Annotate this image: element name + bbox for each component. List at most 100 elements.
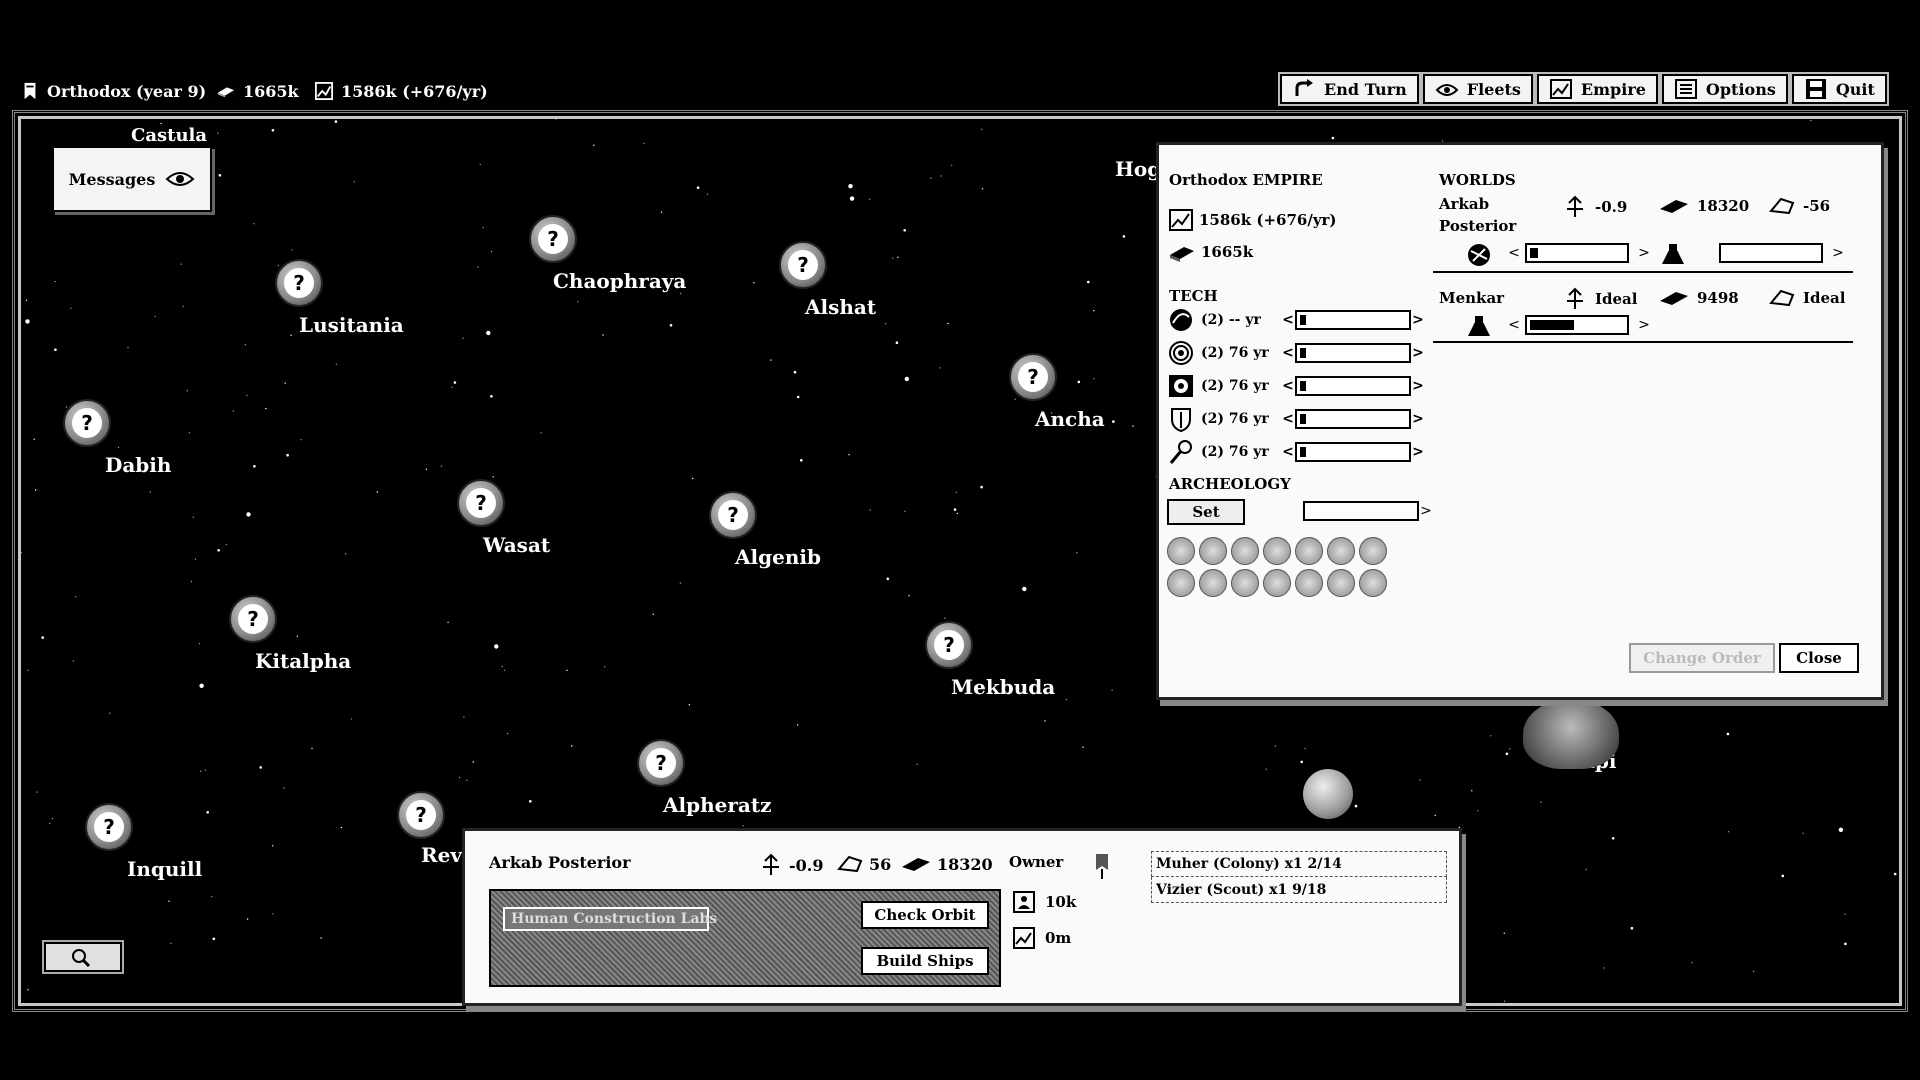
star [259,766,262,769]
star [1752,970,1755,972]
tech-increase-button[interactable]: > [1411,444,1425,460]
star [869,509,871,511]
star [593,144,595,146]
star [194,558,197,560]
tapi-planet[interactable] [1523,699,1619,769]
fleet-row[interactable]: Muher (Colony) x1 2/14 [1151,851,1447,877]
star [463,716,465,718]
unknown-system-icon: ? [925,621,973,669]
tech-progress-fill [1300,348,1306,358]
archeology-progress-bar [1303,501,1419,521]
tech-increase-button[interactable]: > [1411,345,1425,361]
star [770,359,772,361]
relic-icon[interactable] [1199,569,1227,597]
check-orbit-button[interactable]: Check Orbit [861,901,989,929]
star [453,381,457,384]
star [1014,398,1016,400]
star [1509,748,1511,750]
tech-increase-button[interactable]: > [1411,378,1425,394]
star [1844,913,1846,915]
star [334,120,338,123]
tech-decrease-button[interactable]: < [1281,378,1295,394]
star [895,341,899,344]
star [204,769,207,771]
tech-increase-button[interactable]: > [1411,411,1425,427]
fleets-button[interactable]: Fleets [1420,72,1535,106]
star [903,229,906,232]
relic-icon[interactable] [1327,537,1355,565]
relic-icon[interactable] [1167,537,1195,565]
unknown-system-icon: ? [275,259,323,307]
eye-icon [165,172,195,186]
empire-button[interactable]: Empire [1534,72,1660,106]
star [602,334,604,336]
unknown-system-icon: ? [63,399,111,447]
star [885,323,887,325]
relic-icon[interactable] [1231,537,1259,565]
relic-icon[interactable] [1199,537,1227,565]
star [65,406,68,408]
star [283,787,285,789]
construction-field[interactable]: Human Construction Labs [503,907,717,931]
world-decrease-button[interactable]: < [1507,245,1521,261]
messages-button[interactable]: Messages [52,146,212,212]
star [451,386,453,388]
relic-icon[interactable] [1295,537,1323,565]
star [272,845,274,847]
options-button[interactable]: Options [1659,72,1790,106]
relic-icon[interactable] [1359,569,1387,597]
world-increase-button[interactable]: > [1637,317,1651,333]
empire-production-value: 1586k (+676/yr) [1199,211,1337,229]
tools-icon [1169,440,1192,464]
relic-icon[interactable] [1167,569,1195,597]
tech-increase-button[interactable]: > [1411,312,1425,328]
change-order-button[interactable]: Change Order [1629,643,1775,673]
archeology-set-button[interactable]: Set [1167,499,1245,525]
star [36,791,38,793]
moon-planet[interactable] [1303,769,1353,819]
end-turn-label: End Turn [1324,79,1407,99]
star [1802,832,1804,834]
archeology-increase-button[interactable]: > [1419,503,1433,519]
relic-icon[interactable] [1327,569,1355,597]
close-button[interactable]: Close [1779,643,1859,673]
world-decrease-button[interactable]: < [1507,317,1521,333]
star [265,407,267,410]
end-turn-button[interactable]: End Turn [1278,72,1421,106]
star [211,896,213,898]
world-name-line2[interactable]: Posterior [1439,217,1516,235]
production-status: 1586k (+676/yr) [314,80,488,102]
fleet-icon [1769,289,1795,307]
world-fleet-value: -56 [1803,197,1831,215]
relic-icon[interactable] [1359,537,1387,565]
world-name-line1[interactable]: Menkar [1439,289,1504,307]
tech-header: TECH [1169,287,1218,305]
relic-icon[interactable] [1295,569,1323,597]
tech-decrease-button[interactable]: < [1281,312,1295,328]
star [70,307,72,309]
planet-icon [1468,244,1490,266]
star [529,800,532,803]
unknown-system-icon: ? [529,215,577,263]
relic-icon[interactable] [1263,537,1291,565]
tech-decrease-button[interactable]: < [1281,345,1295,361]
world-research-increase-button[interactable]: > [1831,245,1845,261]
world-increase-button[interactable]: > [1637,245,1651,261]
planet-income: 0m [1013,927,1071,949]
owner-label: Owner [1009,853,1064,871]
star [33,438,35,440]
relic-icon[interactable] [1263,569,1291,597]
star [1331,136,1335,140]
tech-decrease-button[interactable]: < [1281,411,1295,427]
relic-icon[interactable] [1231,569,1259,597]
build-ships-button[interactable]: Build Ships [861,947,989,975]
world-name-line1[interactable]: Arkab [1439,195,1489,213]
quit-button[interactable]: Quit [1789,72,1889,106]
star [939,367,941,369]
fleet-row[interactable]: Vizier (Scout) x1 9/18 [1151,877,1447,903]
star [466,779,468,781]
tech-decrease-button[interactable]: < [1281,444,1295,460]
zoom-button[interactable] [42,940,124,974]
world-build-fill [1530,248,1538,258]
star [291,249,293,251]
